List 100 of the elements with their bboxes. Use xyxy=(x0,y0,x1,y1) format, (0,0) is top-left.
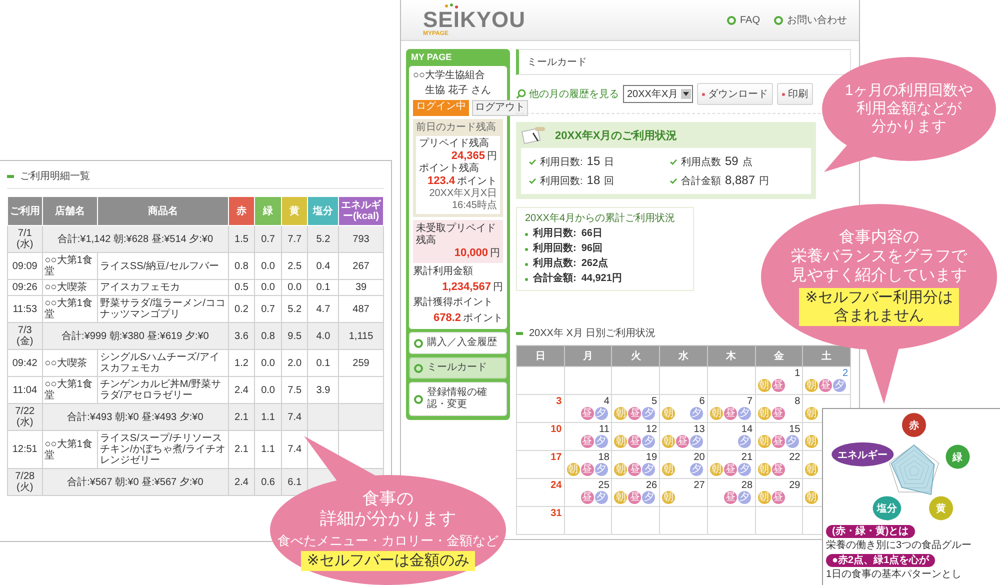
note-heading: ●赤2点、緑1点を心が xyxy=(826,554,936,567)
action-button[interactable]: ダウンロード xyxy=(697,83,774,105)
stat-value: 59 xyxy=(725,154,738,168)
balance-label: ポイント残高 xyxy=(419,163,480,175)
day-number: 6 xyxy=(698,396,705,407)
sidebar-title: MY PAGE xyxy=(410,51,453,63)
stat-value: 96回 xyxy=(581,243,602,255)
month-select[interactable]: 20XX年X月 xyxy=(623,85,694,103)
day-number: 22 xyxy=(788,452,800,463)
table-cell: 0.0 xyxy=(254,280,282,296)
day-number: 21 xyxy=(740,452,753,463)
meal-mark: 昼 xyxy=(580,407,594,420)
total-value: 1,234,567 xyxy=(442,281,491,293)
unit-label: 円 xyxy=(490,248,500,260)
meal-mark: 夕 xyxy=(690,435,704,448)
table-cell: 2.4 xyxy=(228,468,255,496)
table-cell: 1.2 xyxy=(228,350,255,376)
table-cell: 09:09 xyxy=(8,252,42,280)
meal-mark: 昼 xyxy=(628,435,642,448)
stat-label: 合計金額: xyxy=(533,273,576,285)
balance-label: 未受取プリペイド残高 xyxy=(416,223,497,247)
bullet-icon xyxy=(525,278,528,280)
column-header: エネルギー(kcal) xyxy=(338,196,384,226)
timestamp-text: 20XX年X月X日 16:45時点 xyxy=(428,188,497,212)
table-cell: 2.5 xyxy=(281,252,308,280)
table-cell: ライスSS/納豆/セルフバー xyxy=(97,252,228,280)
stat-label: 利用回数: xyxy=(533,243,576,255)
check-icon xyxy=(529,178,536,184)
day-number: 2 xyxy=(841,368,848,379)
stat-value: 18 xyxy=(586,173,600,187)
meal-mark: 夕 xyxy=(642,491,656,504)
table-cell: 0.2 xyxy=(228,296,255,322)
day-number: 24 xyxy=(550,480,562,491)
history-link[interactable]: 他の月の履歴を見る xyxy=(516,87,619,101)
notepad-icon xyxy=(521,126,547,144)
section-title: 20XX年 X月 日別ご利用状況 xyxy=(529,326,656,340)
caret-icon xyxy=(681,89,692,99)
day-number: 1 xyxy=(794,368,800,379)
logout-button[interactable]: ログアウト xyxy=(472,100,528,116)
sidebar-menu-item[interactable]: ミールカード xyxy=(409,357,507,379)
day-number: 18 xyxy=(597,452,610,463)
table-cell: 09:42 xyxy=(8,350,42,376)
meal-mark: 昼 xyxy=(628,407,642,420)
meal-mark: 昼 xyxy=(628,491,642,504)
note-heading: (赤・緑・黄)とは xyxy=(826,525,915,538)
meal-mark: 朝 xyxy=(710,407,723,420)
meal-mark: 夕 xyxy=(642,435,656,448)
meal-mark: 朝 xyxy=(662,491,676,504)
table-cell: 0.8 xyxy=(254,322,282,350)
day-number: 13 xyxy=(692,424,705,435)
weekday-header: 月 xyxy=(564,346,612,366)
stat-value: 15 xyxy=(586,154,600,168)
meal-mark: 朝 xyxy=(614,407,628,420)
meal-mark: 朝 xyxy=(614,463,628,476)
stat-value: 44,921円 xyxy=(581,273,622,285)
bullet-icon xyxy=(726,16,736,24)
table-cell: 7.4 xyxy=(281,404,308,430)
weekday-header: 日 xyxy=(516,346,564,366)
column-header: 緑 xyxy=(254,196,282,226)
table-cell: 合計:¥493 朝:¥0 昼:¥493 夕:¥0 xyxy=(42,404,228,430)
day-number: 20 xyxy=(692,452,705,463)
weekday-header: 木 xyxy=(707,346,756,366)
sidebar-menu-item[interactable]: 購入／入金履歴 xyxy=(409,332,507,354)
unit-label: ポイント xyxy=(457,176,497,188)
day-number: 17 xyxy=(550,452,562,463)
table-cell: アイスカフェモカ xyxy=(97,280,228,296)
meal-mark: 夕 xyxy=(594,463,608,476)
day-number: 19 xyxy=(644,452,658,463)
action-button[interactable]: 印刷 xyxy=(777,83,814,105)
header-link[interactable]: お問い合わせ xyxy=(774,13,847,27)
table-cell: 12:51 xyxy=(8,430,42,468)
sidebar-menu-item[interactable]: 登録情報の確認・変更 xyxy=(409,382,507,416)
unit-label: 日 xyxy=(604,157,614,169)
table-cell: 3.9 xyxy=(308,376,339,404)
stat-label: 利用点数: xyxy=(533,258,576,270)
table-cell: 0.7 xyxy=(254,226,282,252)
table-cell: 0.6 xyxy=(254,468,282,496)
table-cell: 2.1 xyxy=(228,430,255,468)
meal-mark: 昼 xyxy=(772,435,785,448)
column-header: 赤 xyxy=(228,196,255,226)
total-value: 678.2 xyxy=(433,312,461,324)
day-number: 25 xyxy=(597,480,610,491)
day-number: 4 xyxy=(602,396,610,407)
table-cell: 3.6 xyxy=(228,322,255,350)
day-number: 3 xyxy=(555,396,562,407)
table-cell: 合計:¥567 朝:¥0 昼:¥567 夕:¥0 xyxy=(42,468,228,496)
meal-mark: 昼 xyxy=(580,435,594,448)
callout-note: ※セルフバーは金額のみ xyxy=(300,551,476,572)
organization-name: ○○大学生協組合 xyxy=(413,70,486,82)
table-cell: 2.1 xyxy=(228,404,255,430)
table-cell: 267 xyxy=(338,252,384,280)
stat-label: 利用回数: xyxy=(540,176,583,188)
title-marker xyxy=(7,174,14,178)
meal-mark: 夕 xyxy=(690,463,704,476)
callout-text: 1ヶ月の利用回数や 利用金額などが 分かります xyxy=(844,82,974,136)
stat-label: 利用点数 xyxy=(681,157,721,169)
bullet-icon xyxy=(702,92,706,96)
meal-mark: 朝 xyxy=(614,435,628,448)
table-cell: 5.2 xyxy=(308,226,339,252)
header-link[interactable]: FAQ xyxy=(726,13,760,27)
